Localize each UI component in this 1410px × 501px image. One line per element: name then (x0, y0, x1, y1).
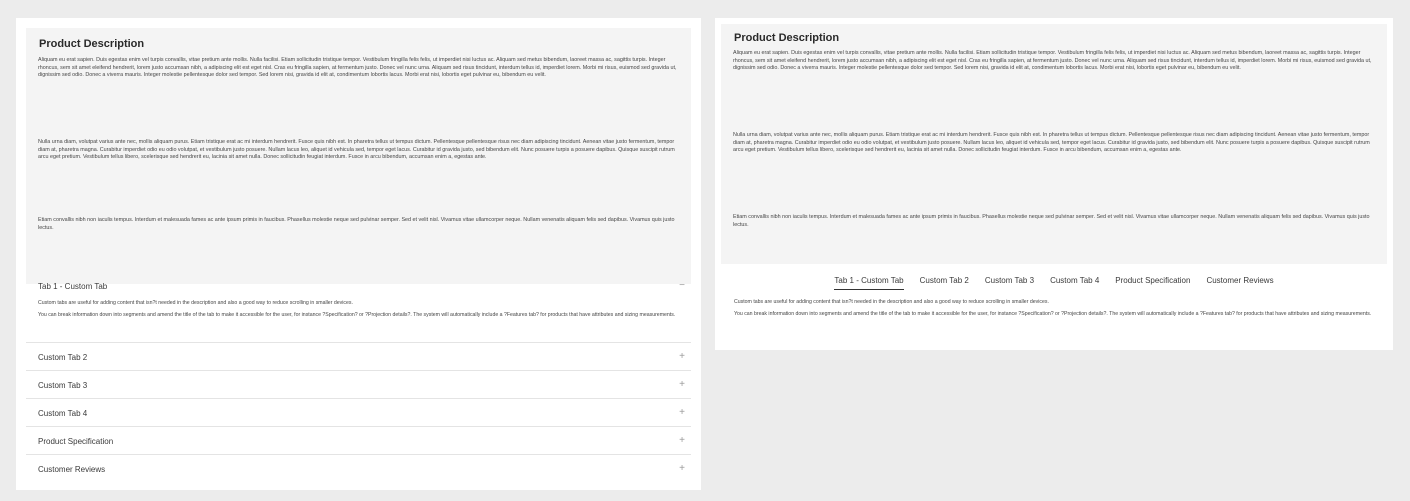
product-description-title: Product Description (39, 38, 145, 50)
tab-custom-tab-1[interactable]: Tab 1 - Custom Tab (834, 276, 904, 290)
accordion-item-tab-1: Tab 1 - Custom Tab − Custom tabs are use… (26, 272, 691, 343)
plus-icon[interactable]: + (679, 352, 685, 362)
plus-icon[interactable]: + (679, 464, 685, 474)
tab-content-paragraph-1: Custom tabs are useful for adding conten… (734, 299, 1049, 305)
accordion-label: Product Specification (38, 436, 114, 446)
description-paragraph-2: Nulla urna diam, volutpat varius ante ne… (733, 132, 1370, 154)
product-panel-tabs: Product Description Aliquam eu erat sapi… (715, 18, 1393, 350)
product-description-title: Product Description (734, 32, 840, 44)
tab-content-paragraph-2: You can break information down into segm… (38, 312, 676, 319)
minus-icon[interactable]: − (679, 281, 685, 291)
tab-custom-tab-2[interactable]: Custom Tab 2 (920, 276, 969, 290)
description-paragraph-1: Aliquam eu erat sapien. Duis egestas eni… (38, 57, 677, 79)
product-description-box: Product Description Aliquam eu erat sapi… (26, 28, 691, 284)
plus-icon[interactable]: + (679, 436, 685, 446)
description-paragraph-2: Nulla urna diam, volutpat varius ante ne… (38, 139, 675, 161)
tab-content-paragraph-1: Custom tabs are useful for adding conten… (38, 300, 353, 306)
tab-content-panel: Custom tabs are useful for adding conten… (734, 299, 1374, 324)
accordion-label: Custom Tab 2 (38, 352, 88, 362)
tab-content-paragraph-2: You can break information down into segm… (734, 311, 1372, 318)
accordion-label: Custom Tab 3 (38, 380, 88, 390)
plus-icon[interactable]: + (679, 380, 685, 390)
tab-custom-tab-3[interactable]: Custom Tab 3 (985, 276, 1034, 290)
accordion-header-tab-1[interactable]: Tab 1 - Custom Tab (38, 272, 691, 300)
plus-icon[interactable]: + (679, 408, 685, 418)
accordion-label: Customer Reviews (38, 464, 106, 474)
accordion-item-customer-reviews: Customer Reviews + (26, 455, 691, 483)
accordion-header-product-specification[interactable]: Product Specification (38, 427, 691, 455)
accordion-item-custom-tab-4: Custom Tab 4 + (26, 399, 691, 427)
accordion-header-custom-tab-4[interactable]: Custom Tab 4 (38, 399, 691, 427)
tab-custom-tab-4[interactable]: Custom Tab 4 (1050, 276, 1099, 290)
accordion-header-custom-tab-3[interactable]: Custom Tab 3 (38, 371, 691, 399)
accordion-header-custom-tab-2[interactable]: Custom Tab 2 (38, 343, 691, 371)
accordion-label: Custom Tab 4 (38, 408, 88, 418)
tab-product-specification[interactable]: Product Specification (1115, 276, 1190, 290)
accordion-header-customer-reviews[interactable]: Customer Reviews (38, 455, 691, 483)
description-paragraph-3: Etiam convallis nibh non iaculis tempus.… (733, 214, 1370, 228)
tab-customer-reviews[interactable]: Customer Reviews (1206, 276, 1273, 290)
description-paragraph-3: Etiam convallis nibh non iaculis tempus.… (38, 217, 675, 231)
accordion-item-custom-tab-2: Custom Tab 2 + (26, 343, 691, 371)
product-description-box: Product Description Aliquam eu erat sapi… (721, 24, 1387, 264)
accordion-label: Tab 1 - Custom Tab (38, 281, 108, 291)
tab-bar: Tab 1 - Custom Tab Custom Tab 2 Custom T… (715, 276, 1393, 290)
product-panel-accordion: Product Description Aliquam eu erat sapi… (16, 18, 701, 490)
accordion-item-custom-tab-3: Custom Tab 3 + (26, 371, 691, 399)
accordion-body-tab-1: Custom tabs are useful for adding conten… (38, 300, 678, 325)
description-paragraph-1: Aliquam eu erat sapien. Duis egestas eni… (733, 50, 1372, 72)
accordion-item-product-specification: Product Specification + (26, 427, 691, 455)
tabs-accordion: Tab 1 - Custom Tab − Custom tabs are use… (26, 272, 691, 483)
